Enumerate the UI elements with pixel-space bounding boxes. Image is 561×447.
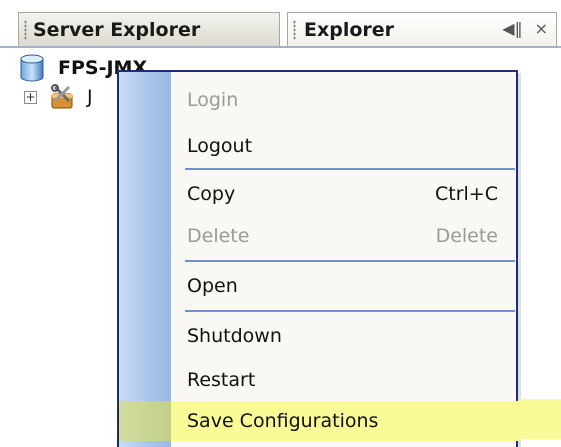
grip-icon — [293, 20, 296, 40]
menu-item-shortcut: Ctrl+C — [435, 183, 498, 205]
menu-item-delete[interactable]: Delete Delete — [171, 216, 516, 256]
tab-strip: Server Explorer Explorer ◀‖ × — [0, 0, 561, 48]
expand-icon[interactable]: + — [24, 90, 37, 104]
menu-item-copy[interactable]: Copy Ctrl+C — [171, 174, 516, 214]
tools-icon — [51, 84, 73, 109]
menu-item-restart[interactable]: Restart — [171, 360, 516, 400]
menu-gutter — [119, 72, 171, 447]
menu-separator — [185, 260, 515, 262]
menu-item-label: Open — [187, 275, 238, 297]
menu-separator — [185, 168, 515, 170]
context-menu: Login Logout Copy Ctrl+C Delete Delete O… — [117, 70, 519, 447]
pin-icon[interactable]: ◀‖ — [502, 19, 522, 38]
grip-icon — [24, 20, 27, 40]
menu-item-logout[interactable]: Logout — [171, 126, 516, 166]
server-explorer-window: Server Explorer Explorer ◀‖ × FPS-JMX + … — [0, 0, 561, 447]
menu-item-label: Login — [187, 89, 239, 111]
tab-server-explorer-label: Server Explorer — [33, 18, 201, 41]
highlight-gutter — [119, 401, 171, 441]
tree-node-child[interactable]: + J — [24, 84, 93, 110]
menu-item-shutdown[interactable]: Shutdown — [171, 316, 516, 356]
menu-item-open[interactable]: Open — [171, 266, 516, 306]
tree-node-child-label: J — [87, 86, 93, 108]
tab-server-explorer[interactable]: Server Explorer — [18, 12, 280, 46]
highlight-band — [518, 399, 561, 439]
menu-item-login[interactable]: Login — [171, 80, 516, 120]
menu-item-save-configurations[interactable]: Save Configurations — [119, 401, 519, 441]
tab-explorer[interactable]: Explorer ◀‖ × — [287, 12, 557, 46]
menu-item-label: Shutdown — [187, 325, 282, 347]
menu-item-label: Restart — [187, 369, 256, 391]
tab-controls: ◀‖ × — [502, 19, 548, 38]
tab-explorer-label: Explorer — [304, 18, 395, 41]
menu-item-label: Copy — [187, 183, 236, 205]
menu-item-label: Delete — [187, 225, 250, 247]
menu-item-label: Save Configurations — [187, 410, 379, 432]
close-icon[interactable]: × — [535, 19, 548, 38]
database-icon — [20, 54, 44, 82]
menu-item-shortcut: Delete — [435, 225, 498, 247]
menu-item-label: Logout — [187, 135, 253, 157]
menu-separator — [185, 310, 515, 312]
